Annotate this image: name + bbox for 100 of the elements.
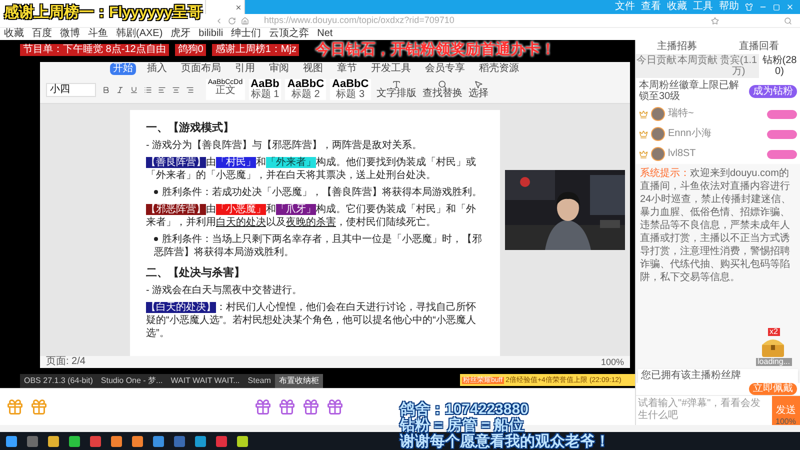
taskbar-item[interactable]: OBS 27.1.3 (64-bit) (20, 374, 97, 388)
taskbar-app-icon[interactable] (153, 436, 164, 446)
taskbar-item[interactable]: WAIT WAIT WAIT... (166, 374, 244, 388)
taskbar-app-icon[interactable] (48, 436, 59, 446)
badge-notice: 本周粉丝徽章上限已解锁至30级 (639, 80, 739, 102)
ribbon-tab[interactable]: 开发工具 (368, 63, 414, 75)
overlay-caption: 钻粉 = 房管 = 船位 (400, 418, 524, 434)
back-icon[interactable] (215, 16, 223, 24)
gift-icon[interactable] (254, 398, 272, 416)
document-paragraph: 胜利条件：若成功处决「小恶魔」，【善良阵营】将获得本局游戏胜利。 (146, 186, 484, 199)
style-preset[interactable]: AaBbC 标题 3 (330, 79, 371, 100)
bookmark[interactable]: 韩剧(AXE) (116, 29, 163, 39)
avatar[interactable] (651, 107, 665, 121)
font-size-field[interactable]: 小四 (46, 82, 96, 96)
avatar[interactable] (651, 127, 665, 141)
maximize-icon[interactable] (773, 4, 780, 10)
panel-link[interactable]: 直播回看 (739, 42, 779, 52)
overlay-slogan: 今日钻石，开钻粉领奖励首通办卡！ (315, 41, 556, 59)
crown-icon (639, 130, 648, 138)
fan-badge-icon (767, 130, 797, 138)
shirt-icon[interactable] (745, 3, 753, 11)
text-icon[interactable] (392, 80, 402, 89)
panel-link[interactable]: 主播招募 (657, 42, 697, 52)
chest-count: x2 (768, 328, 780, 336)
taskbar-app-icon[interactable] (6, 436, 17, 446)
document-paragraph: 【善良阵营】由「村民」和「外来者」构成。他们要找到伪装成「村民」或「外来者」的「小恶魔」，并在白天将其票决，送上处刑台处决。 (146, 156, 477, 182)
ribbon-tab[interactable]: 审阅 (266, 63, 292, 75)
ribbon-tab[interactable]: 会员专享 (422, 63, 468, 75)
overlay-tag: 感谢上周榜1：Mjz (212, 44, 300, 56)
ribbon-tab[interactable]: 页面布局 (178, 63, 224, 75)
taskbar-app-icon[interactable] (90, 436, 101, 446)
join-button[interactable]: 成为钻粉 (749, 84, 797, 98)
document-paragraph: 【邪恶阵营】由「小恶魔」和「爪牙」构成。它们要伪装成「村民」和「外来者」，并利用白天的处决以及夜晚的杀害，使村民们陆续死亡。 (146, 203, 477, 229)
home-icon[interactable] (241, 16, 249, 24)
taskbar-item[interactable]: 布置收纳柜 (274, 374, 323, 388)
bookmark[interactable]: 斗鱼 (88, 29, 108, 39)
crown-icon (639, 110, 648, 118)
bookmark[interactable]: 云顶之弈 (269, 29, 310, 39)
panel-tab[interactable]: 今日贡献 (636, 54, 677, 78)
align-left-icon[interactable] (158, 86, 166, 94)
taskbar-item[interactable]: Steam (244, 374, 275, 388)
bookmark[interactable]: bilibili (198, 29, 224, 39)
panel-tab[interactable]: 钻粉(280) (759, 54, 800, 78)
document-paragraph: - 游戏分为【善良阵营】与【邪恶阵营】，两阵营是敌对关系。 (146, 139, 424, 152)
gift-icon[interactable] (302, 398, 320, 416)
avatar[interactable] (651, 147, 665, 161)
document-heading: 一、【游戏模式】 (146, 122, 235, 135)
bookmark[interactable]: 绅士们 (231, 29, 262, 39)
bold-icon[interactable] (102, 86, 110, 94)
overlay-tag: 节目单：下午睡觉 8点-12点自由 (20, 44, 169, 56)
ribbon-tool[interactable]: 选择 (468, 89, 489, 99)
ribbon-tool[interactable]: 文字排版 (376, 89, 417, 99)
bookmark[interactable]: 收藏 (4, 29, 24, 39)
overlay-caption: 谢谢每个愿意看我的观众老爷！ (400, 434, 610, 450)
document-heading: 二、【处决与杀害】 (146, 267, 246, 280)
ribbon-tab[interactable]: 引用 (232, 63, 258, 75)
overlay-tag: 鸽狗0 (174, 44, 206, 56)
user-name: Ennn小海 (668, 129, 712, 139)
align-center-icon[interactable] (172, 86, 180, 94)
gift-icon[interactable] (278, 398, 296, 416)
bookmark[interactable]: 百度 (32, 29, 52, 39)
taskbar-item[interactable]: Studio One - 梦... (96, 374, 167, 388)
page-count: 页面: 2/4 (46, 357, 86, 367)
ribbon-tab[interactable]: 视图 (300, 63, 326, 75)
taskbar-app-icon[interactable] (69, 436, 80, 446)
close-icon[interactable] (235, 4, 242, 10)
fan-badge-icon (767, 150, 797, 158)
reload-icon[interactable] (228, 16, 236, 24)
underline-icon[interactable] (130, 86, 138, 94)
taskbar-app-icon[interactable] (237, 436, 248, 446)
document-paragraph: 胜利条件：当场上只剩下两名幸存者，且其中一位是「小恶魔」时，【邪恶阵营】将获得本局游戏胜利。 (153, 233, 483, 259)
ribbon-tab[interactable]: 稻壳资源 (476, 63, 522, 75)
taskbar-app-icon[interactable] (132, 436, 143, 446)
document-paragraph: 【白天的处决】：村民们人心惶惶，他们会在白天进行讨论，寻找自己所怀疑的“小恶魔人选”。若村民想处决某个角色，他可以提名他心中的“小恶魔人选”。 (146, 301, 477, 340)
align-right-icon[interactable] (186, 86, 194, 94)
taskbar-app-icon[interactable] (195, 436, 206, 446)
style-preset[interactable]: AaBb 标题 1 (248, 79, 282, 100)
taskbar-app-icon[interactable] (111, 436, 122, 446)
popup: 您已拥有该主播粉丝牌 (638, 369, 798, 383)
search-icon[interactable] (784, 16, 792, 24)
bookmark[interactable]: 微博 (60, 29, 80, 39)
bookmark[interactable]: Net (317, 29, 333, 39)
italic-icon[interactable] (116, 86, 124, 94)
bookmark[interactable]: 虎牙 (170, 29, 191, 39)
star-icon[interactable] (711, 16, 719, 24)
ribbon-tab[interactable]: 插入 (144, 63, 170, 75)
ribbon-tab[interactable]: 章节 (334, 63, 360, 75)
chest-status: loading... (756, 358, 792, 366)
pointer-icon[interactable] (474, 80, 484, 89)
ribbon-tab[interactable]: 开始 (110, 63, 136, 75)
panel-tab[interactable]: 本周贡献 (677, 54, 718, 78)
search-icon[interactable] (438, 80, 448, 89)
list-icon[interactable] (144, 86, 152, 94)
gift-icon[interactable] (30, 398, 48, 416)
gift-icon[interactable] (326, 398, 344, 416)
gift-icon[interactable] (6, 398, 24, 416)
style-preset[interactable]: AaBbC 标题 2 (285, 79, 326, 100)
user-name: lvl8ST (668, 149, 697, 159)
ribbon-tool[interactable]: 查找替换 (422, 89, 463, 99)
panel-tab[interactable]: 贵宾(1.1万) (718, 54, 759, 78)
